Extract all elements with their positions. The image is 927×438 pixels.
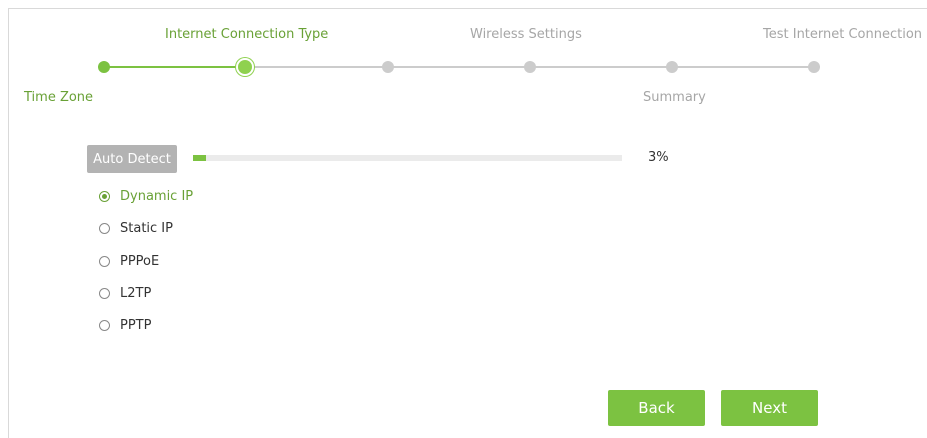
option-label: PPTP xyxy=(120,318,152,333)
option-label: L2TP xyxy=(120,286,152,301)
step-label-test-internet-connection: Test Internet Connection xyxy=(763,27,923,42)
option-static-ip[interactable]: Static IP xyxy=(99,221,173,236)
step-label-summary: Summary xyxy=(643,90,706,105)
step-dot-time-zone xyxy=(98,61,110,73)
step-dot-3 xyxy=(382,61,394,73)
option-label: Static IP xyxy=(120,221,173,236)
option-pppoe[interactable]: PPPoE xyxy=(99,254,159,269)
radio-icon[interactable] xyxy=(99,288,110,299)
progress-fill xyxy=(193,155,206,161)
option-pptp[interactable]: PPTP xyxy=(99,318,151,333)
step-dot-wireless-settings xyxy=(524,61,536,73)
step-label-time-zone: Time Zone xyxy=(24,90,94,105)
radio-icon[interactable] xyxy=(99,256,110,267)
step-dot-summary xyxy=(666,61,678,73)
next-button[interactable]: Next xyxy=(721,390,818,426)
step-label-wireless-settings: Wireless Settings xyxy=(470,27,582,42)
option-label: Dynamic IP xyxy=(120,189,194,204)
radio-icon[interactable] xyxy=(99,320,110,331)
option-label: PPPoE xyxy=(120,254,160,269)
step-dot-test-internet-connection xyxy=(808,61,820,73)
radio-icon[interactable] xyxy=(99,223,110,234)
progress-percent: 3% xyxy=(648,150,669,165)
option-l2tp[interactable]: L2TP xyxy=(99,286,151,301)
auto-detect-progress-bar xyxy=(193,155,622,161)
step-dot-internet-connection-type xyxy=(238,60,252,74)
back-button[interactable]: Back xyxy=(608,390,705,426)
auto-detect-button[interactable]: Auto Detect xyxy=(87,145,177,173)
radio-icon-checked[interactable] xyxy=(99,191,110,202)
step-track-complete xyxy=(104,66,245,68)
option-dynamic-ip[interactable]: Dynamic IP xyxy=(99,189,193,204)
step-label-internet-connection-type: Internet Connection Type xyxy=(165,27,329,42)
